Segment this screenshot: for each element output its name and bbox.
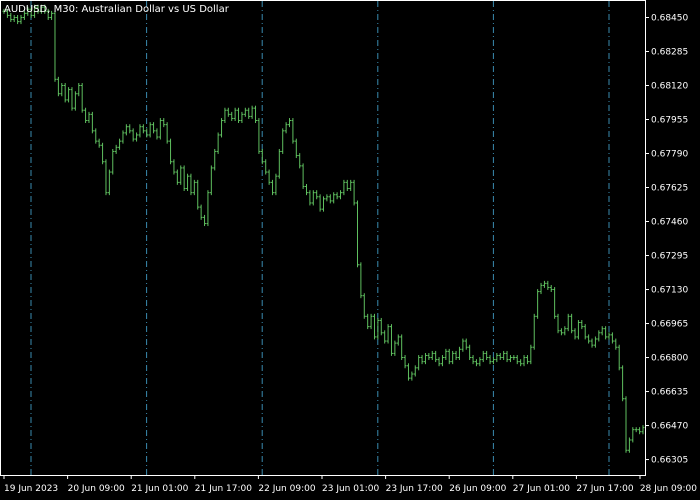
symbol-description: Australian Dollar vs US Dollar — [82, 4, 230, 15]
price-chart[interactable]: 0.68450 0.68285 0.68120 0.67955 0.67790 0.676… — [0, 0, 700, 500]
y-tick-label: 0.66305 — [651, 456, 688, 466]
y-tick-label: 0.68285 — [651, 47, 688, 57]
x-tick-label: 19 Jun 2023 — [4, 484, 58, 494]
x-tick-label: 27 Jun 01:00 — [513, 484, 570, 494]
y-tick-label: 0.67295 — [651, 252, 688, 262]
symbol-label: AUDUSD — [4, 4, 48, 15]
y-tick-label: 0.67955 — [651, 116, 688, 126]
y-tick-label: 0.67625 — [651, 184, 688, 194]
x-tick-label: 23 Jun 01:00 — [322, 484, 379, 494]
y-tick-label: 0.66635 — [651, 388, 688, 398]
x-tick-label: 28 Jun 09:00 — [640, 484, 697, 494]
y-tick-label: 0.66470 — [651, 422, 688, 432]
chart-title: AUDUSD, M30: Australian Dollar vs US Dol… — [4, 4, 230, 15]
y-tick-label: 0.67460 — [651, 218, 688, 228]
y-tick-label: 0.68120 — [651, 81, 688, 91]
timeframe-label: M30 — [54, 4, 75, 15]
x-tick-label: 26 Jun 09:00 — [449, 484, 506, 494]
y-tick-label: 0.68450 — [651, 13, 688, 23]
y-tick-label: 0.67790 — [651, 150, 688, 160]
x-tick-label: 20 Jun 09:00 — [68, 484, 125, 494]
x-tick-label: 21 Jun 17:00 — [195, 484, 252, 494]
y-tick-label: 0.66965 — [651, 320, 688, 330]
y-tick-label: 0.66800 — [651, 354, 688, 364]
x-tick-label: 27 Jun 17:00 — [576, 484, 633, 494]
chart-background — [0, 0, 700, 500]
x-tick-label: 23 Jun 17:00 — [386, 484, 443, 494]
x-tick-label: 22 Jun 09:00 — [258, 484, 315, 494]
y-tick-label: 0.67130 — [651, 286, 688, 296]
x-tick-label: 21 Jun 01:00 — [131, 484, 188, 494]
